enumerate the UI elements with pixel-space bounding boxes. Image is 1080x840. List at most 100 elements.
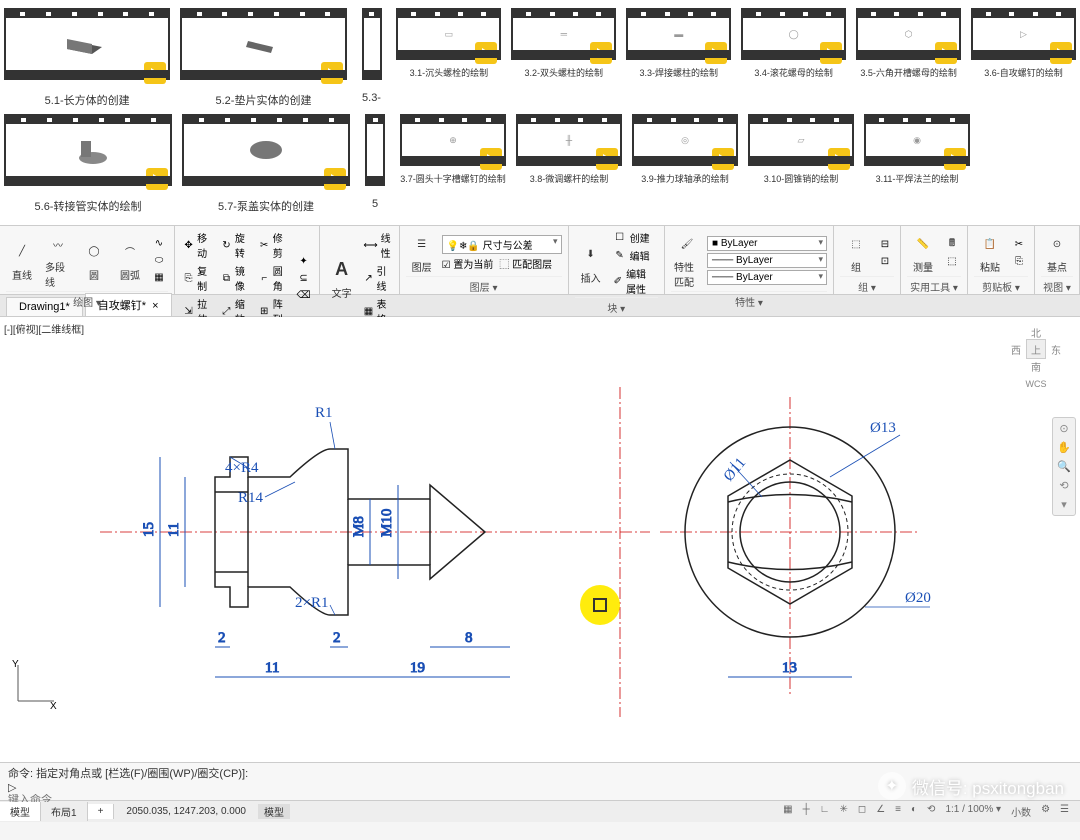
thumb-3-2[interactable]: ═3.2-双头螺柱的绘制 <box>511 8 616 108</box>
drawing-canvas[interactable]: [-][俯视][二维线框] 北 西上东 南 WCS ⊙✋🔍⟲▾ 11 15 M8… <box>0 317 1080 762</box>
svg-text:Ø20: Ø20 <box>905 590 931 606</box>
ellipse-button[interactable]: ⬭ <box>150 252 168 268</box>
polar-toggle[interactable]: ✳ <box>836 804 850 819</box>
line-button[interactable]: ╱直线 <box>6 237 38 284</box>
thumb-3-3[interactable]: ▬3.3-焊接螺柱的绘制 <box>626 8 731 108</box>
select-button[interactable]: ⬚ <box>943 253 961 269</box>
file-thumbnails: 5.1-长方体的创建 5.2-垫片实体的创建 5.3- ▭3.1-沉头螺栓的绘制… <box>0 0 1080 225</box>
edit-attr-button[interactable]: ✐编辑属性 <box>611 265 658 297</box>
thumb-3-10[interactable]: ▱3.10-圆锥销的绘制 <box>748 114 854 214</box>
linear-dim-button[interactable]: ⟷线性 <box>362 229 393 261</box>
svg-text:11: 11 <box>265 660 279 676</box>
match-prop-button[interactable]: 🖌特性匹配 <box>671 229 703 291</box>
thumb-3-6[interactable]: ▷3.6-自攻螺钉的绘制 <box>971 8 1076 108</box>
polyline-button[interactable]: 〰多段线 <box>42 229 74 291</box>
group-button[interactable]: ⬚组 <box>840 229 872 276</box>
set-current-button[interactable]: ☑ 置为当前 <box>442 256 494 271</box>
osnap-toggle[interactable]: ◻ <box>855 804 869 819</box>
thumb-3-9[interactable]: ◎3.9-推力球轴承的绘制 <box>632 114 738 214</box>
lineweight-toggle[interactable]: ≡ <box>892 804 904 819</box>
group-edit-button[interactable]: ⊡ <box>876 253 894 269</box>
thumb-3-8[interactable]: ╫3.8-微调螺杆的绘制 <box>516 114 622 214</box>
insert-button[interactable]: ⬇插入 <box>575 240 607 287</box>
arc-button[interactable]: ⌒圆弧 <box>114 237 146 284</box>
rotate-button[interactable]: ↻旋转 <box>219 229 253 261</box>
thumb-5-6[interactable]: 5.6-转接管实体的绘制 <box>4 114 172 214</box>
color-combo[interactable]: ■ ByLayer <box>707 236 827 251</box>
thumb-label: 3.6-自攻螺钉的绘制 <box>984 68 1063 79</box>
leader-button[interactable]: ↗引线 <box>362 262 393 294</box>
lineweight-combo[interactable]: ─── ByLayer <box>707 253 827 268</box>
offset-button[interactable]: ⊆ <box>295 270 313 286</box>
move-button[interactable]: ✥移动 <box>181 229 215 261</box>
svg-text:Ø11: Ø11 <box>721 455 750 485</box>
svg-text:15: 15 <box>141 522 157 537</box>
thumb-3-11[interactable]: ◉3.11-平焊法兰的绘制 <box>864 114 970 214</box>
ungroup-button[interactable]: ⊟ <box>876 236 894 252</box>
thumb-5x[interactable]: 5 <box>360 114 390 214</box>
annotation-scale[interactable]: 1:1 / 100% ▾ <box>942 804 1004 819</box>
measure-button[interactable]: 📏测量 <box>907 229 939 276</box>
edit-block-button[interactable]: ✎编辑 <box>611 247 658 264</box>
calc-button[interactable]: 🖩 <box>943 236 961 252</box>
add-layout-button[interactable]: + <box>88 804 115 819</box>
linetype-combo[interactable]: ─── ByLayer <box>707 270 827 285</box>
ortho-toggle[interactable]: ∟ <box>817 804 833 819</box>
hatch-button[interactable]: ▦ <box>150 269 168 285</box>
play-icon <box>324 168 346 190</box>
thumb-5-2[interactable]: 5.2-垫片实体的创建 <box>180 8 346 108</box>
play-icon <box>820 42 842 64</box>
model-indicator[interactable]: 模型 <box>258 804 290 819</box>
fillet-button[interactable]: ⌐圆角 <box>257 262 291 294</box>
grid-toggle[interactable]: ▦ <box>780 804 795 819</box>
model-tab[interactable]: 模型 <box>0 802 41 821</box>
panel-title[interactable]: 图层 ▾ <box>406 276 562 294</box>
snap-toggle[interactable]: ┼ <box>800 804 813 819</box>
circle-button[interactable]: ◯圆 <box>78 237 110 284</box>
thumb-3-7[interactable]: ⊕3.7-圆头十字槽螺钉的绘制 <box>400 114 506 214</box>
thumb-label: 3.3-焊接螺柱的绘制 <box>639 68 718 79</box>
ucs-icon: YX <box>10 659 60 712</box>
trim-button[interactable]: ✂修剪 <box>257 229 291 261</box>
svg-text:R1: R1 <box>315 405 333 421</box>
mirror-button[interactable]: ⧉镜像 <box>219 262 253 294</box>
navigation-bar[interactable]: ⊙✋🔍⟲▾ <box>1052 417 1076 516</box>
explode-button[interactable]: ✦ <box>295 253 313 269</box>
otrack-toggle[interactable]: ∠ <box>873 804 888 819</box>
thumb-3-5[interactable]: ⬡3.5-六角开槽螺母的绘制 <box>856 8 961 108</box>
text-button[interactable]: A文字 <box>326 255 358 302</box>
svg-text:X: X <box>50 701 57 712</box>
thumb-5-1[interactable]: 5.1-长方体的创建 <box>4 8 170 108</box>
panel-title[interactable]: 实用工具 ▾ <box>907 276 961 294</box>
panel-title[interactable]: 视图 ▾ <box>1041 276 1073 294</box>
copy-clip-button[interactable]: ⎘ <box>1010 253 1028 269</box>
thumb-5-7[interactable]: 5.7-泵盖实体的创建 <box>182 114 350 214</box>
spline-button[interactable]: ∿ <box>150 235 168 251</box>
erase-button[interactable]: ⌫ <box>295 287 313 303</box>
paste-button[interactable]: 📋粘贴 <box>974 229 1006 276</box>
thumb-5-3[interactable]: 5.3- <box>357 8 387 108</box>
match-layer-button[interactable]: ⬚ 匹配图层 <box>499 256 552 271</box>
workspace-button[interactable]: ⚙ <box>1038 804 1053 819</box>
transparency-toggle[interactable]: ◐ <box>908 804 920 819</box>
layer-button[interactable]: ☰图层 <box>406 229 438 276</box>
thumb-3-1[interactable]: ▭3.1-沉头螺栓的绘制 <box>396 8 501 108</box>
panel-title[interactable]: 块 ▾ <box>575 297 658 315</box>
panel-title[interactable]: 剪贴板 ▾ <box>974 276 1028 294</box>
cut-button[interactable]: ✂ <box>1010 236 1028 252</box>
svg-text:2: 2 <box>218 630 226 646</box>
layout-tab[interactable]: 布局1 <box>41 802 88 821</box>
panel-title[interactable]: 特性 ▾ <box>671 291 827 309</box>
units-toggle[interactable]: 小数 <box>1008 804 1034 819</box>
basepoint-button[interactable]: ⊙基点 <box>1041 229 1073 276</box>
panel-title[interactable]: 绘图 ▾ <box>6 291 168 309</box>
customize-button[interactable]: ☰ <box>1057 804 1072 819</box>
cycling-toggle[interactable]: ⟲ <box>924 804 938 819</box>
play-icon <box>712 148 734 170</box>
create-block-button[interactable]: ☐创建 <box>611 229 658 246</box>
copy-button[interactable]: ⎘复制 <box>181 262 215 294</box>
thumb-3-4[interactable]: ◯3.4-滚花螺母的绘制 <box>741 8 846 108</box>
panel-title[interactable]: 组 ▾ <box>840 276 894 294</box>
layer-combo[interactable]: 💡❄🔒 尺寸与公差 <box>442 235 562 254</box>
viewport-label[interactable]: [-][俯视][二维线框] <box>4 321 84 336</box>
